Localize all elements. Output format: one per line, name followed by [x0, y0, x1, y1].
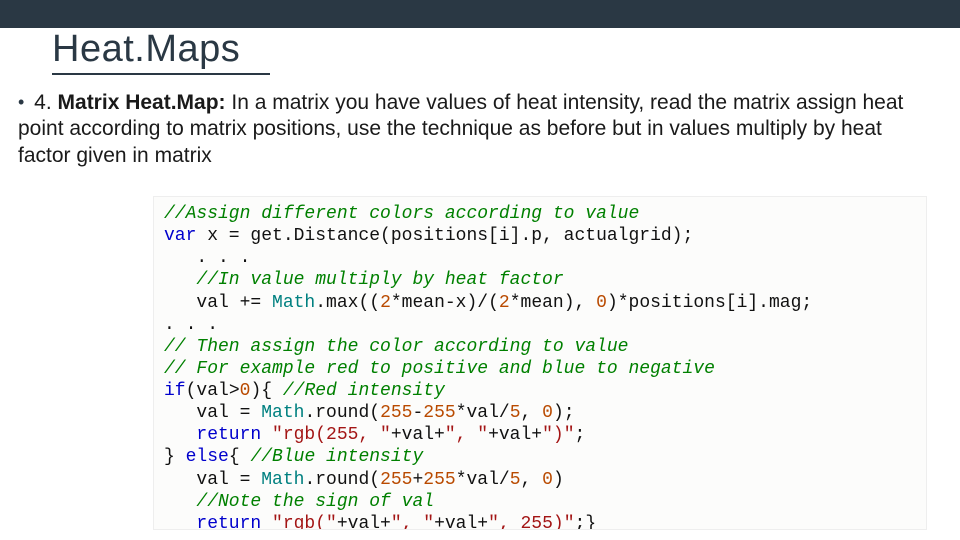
slide-title: Heat.Maps: [52, 28, 270, 75]
bullet-number: 4.: [34, 91, 52, 114]
code-text: . . .: [164, 248, 250, 268]
bullet-marker: •: [18, 92, 24, 112]
code-text: . . .: [164, 315, 218, 335]
top-bar: [0, 0, 960, 28]
code-keyword: if: [164, 381, 186, 401]
code-comment: //Note the sign of val: [164, 492, 434, 512]
bullet-bold: Matrix Heat.Map:: [58, 91, 226, 114]
code-text: x = get.Distance(positions[i].p, actualg…: [196, 226, 693, 246]
code-object: Math: [272, 293, 315, 313]
code-text: val +=: [164, 293, 272, 313]
code-comment: //Assign different colors according to v…: [164, 204, 639, 224]
code-keyword: var: [164, 226, 196, 246]
code-comment: //Blue intensity: [250, 447, 423, 467]
bullet-text: • 4. Matrix Heat.Map: In a matrix you ha…: [18, 90, 938, 169]
code-comment: //Red intensity: [283, 381, 445, 401]
code-comment: //In value multiply by heat factor: [164, 270, 564, 290]
code-comment: // Then assign the color according to va…: [164, 337, 628, 357]
code-comment: // For example red to positive and blue …: [164, 359, 715, 379]
code-block: //Assign different colors according to v…: [153, 196, 927, 530]
